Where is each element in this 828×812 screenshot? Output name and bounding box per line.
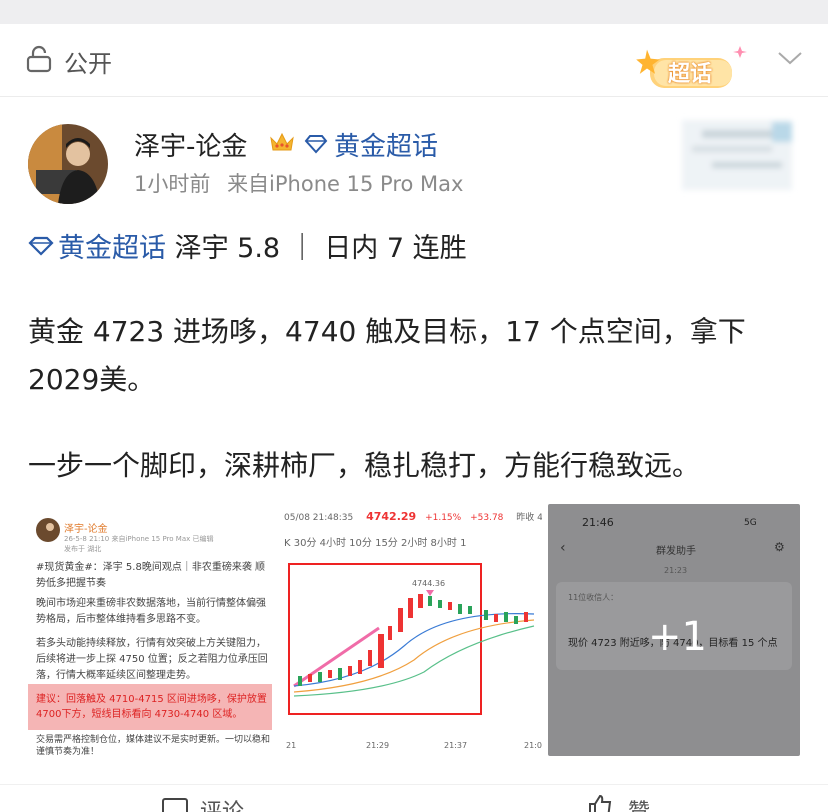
thumb1-location: 发布于 湖北 xyxy=(64,545,102,553)
thumb1-line2: 晚间市场迎来重磅非农数据落地，当前行情整体偏强势格局，后市整体维持看多思路不变。 xyxy=(36,598,266,625)
x-tick-3: 21:37 xyxy=(444,741,467,750)
supertopic-link[interactable]: 黄金超话 xyxy=(334,126,438,163)
author-name[interactable]: 泽宇-论金 xyxy=(134,126,247,163)
x-tick-2: 21:29 xyxy=(366,741,389,750)
image-thumb-3[interactable]: 21:46 5G ‹ 群发助手 ⚙ 21:23 11位收信人： 现价 4723 … xyxy=(548,504,800,756)
topic-line: 黄金超话 泽宇 5.8 ｜ 日内 7 连胜 xyxy=(28,226,467,265)
chart-tabs: K 30分 4小时 10分 15分 2小时 8小时 1 xyxy=(284,538,467,549)
more-images-count[interactable]: +1 xyxy=(648,614,707,660)
thumb3-status: 5G xyxy=(744,518,757,528)
chart-price: 4742.29 xyxy=(366,510,417,523)
mini-avatar-icon xyxy=(36,518,60,542)
post-paragraph-2: 一步一个脚印，深耕柿厂，稳扎稳打，方能行稳致远。 xyxy=(28,449,701,482)
thumb1-advice: 建议：回落触及 4710-4715 区间进场哆，保护放置 4700下方，短线目标… xyxy=(36,694,267,720)
visibility-label[interactable]: 公开 xyxy=(64,44,112,79)
chart-label-right: 昨收 474 xyxy=(516,513,542,523)
thumb3-chat-title: 群发助手 xyxy=(656,546,696,557)
settings-icon: ⚙ xyxy=(774,540,785,554)
thumb3-recipients: 11位收信人： xyxy=(568,593,619,602)
divider xyxy=(0,96,828,97)
chart-time: 05/08 21:48:35 xyxy=(284,513,354,523)
thumb1-footer: 交易需严格控制仓位，媒体建议不是实时更新。一切以稳和谨慎节奏为准！ xyxy=(36,735,271,756)
peak-label: 4744.36 xyxy=(412,579,445,588)
diamond-icon xyxy=(28,236,54,256)
post-source: 来自iPhone 15 Pro Max xyxy=(227,172,464,196)
thumb1-line3: 若多头动能持续释放，行情有效突破上方关键阻力，后续将进一步上探 4750 位置；… xyxy=(36,638,268,681)
post-paragraph-1: 黄金 4723 进场哆，4740 触及目标，17 个点空间，拿下 2029美。 xyxy=(28,315,746,396)
lock-icon xyxy=(26,45,52,73)
thumb1-line1: #现货黄金#：泽宇 5.8晚间观点｜非农重磅来袭 顺势低多把握节奏 xyxy=(36,562,266,589)
back-chevron-icon: ‹ xyxy=(560,540,566,556)
action-bar xyxy=(0,784,828,812)
top-gap xyxy=(0,0,828,24)
x-tick-4: 21:0 xyxy=(524,741,542,750)
comment-icon[interactable] xyxy=(162,798,188,812)
x-tick-1: 21 xyxy=(286,741,296,750)
topic-title: 泽宇 5.8 ｜ 日内 7 连胜 xyxy=(166,233,467,264)
avatar[interactable] xyxy=(28,124,108,204)
candle-chart: 4744.36 21 21:29 21:37 21:0 xyxy=(286,563,542,750)
chevron-down-icon[interactable] xyxy=(776,48,804,68)
topic-link[interactable]: 黄金超话 xyxy=(58,233,166,264)
like-button[interactable]: 赞 xyxy=(628,794,650,812)
chart-change-abs: +53.78 xyxy=(470,513,504,523)
comment-button[interactable]: 评论 xyxy=(200,794,244,812)
image-thumb-1[interactable]: 泽宇-论金 26-5-8 21:10 来自iPhone 15 Pro Max 已… xyxy=(28,504,276,756)
badge-text: 超话 xyxy=(668,62,713,87)
time-ago: 1小时前 xyxy=(134,172,211,196)
like-icon[interactable] xyxy=(586,794,614,812)
candles xyxy=(298,594,528,686)
post-meta: 1小时前 来自iPhone 15 Pro Max xyxy=(134,168,463,198)
avatar-photo-icon xyxy=(28,124,108,204)
blurred-image[interactable] xyxy=(672,110,802,200)
thumb1-name: 泽宇-论金 xyxy=(64,524,108,535)
thumb3-time: 21:46 xyxy=(582,516,614,529)
image-thumb-2[interactable]: 05/08 21:48:35 4742.29 +1.15% +53.78 昨收 … xyxy=(284,504,542,756)
chart-header: 05/08 21:48:35 4742.29 +1.15% +53.78 昨收 … xyxy=(284,510,542,523)
diamond-icon xyxy=(304,135,328,154)
thumb1-meta: 26-5-8 21:10 来自iPhone 15 Pro Max 已编辑 xyxy=(64,535,214,543)
crown-icon xyxy=(270,132,294,151)
chart-change-pct: +1.15% xyxy=(425,513,462,523)
thumb3-chat-time: 21:23 xyxy=(664,566,688,575)
supertopic-badge[interactable]: 超话 xyxy=(632,44,752,94)
